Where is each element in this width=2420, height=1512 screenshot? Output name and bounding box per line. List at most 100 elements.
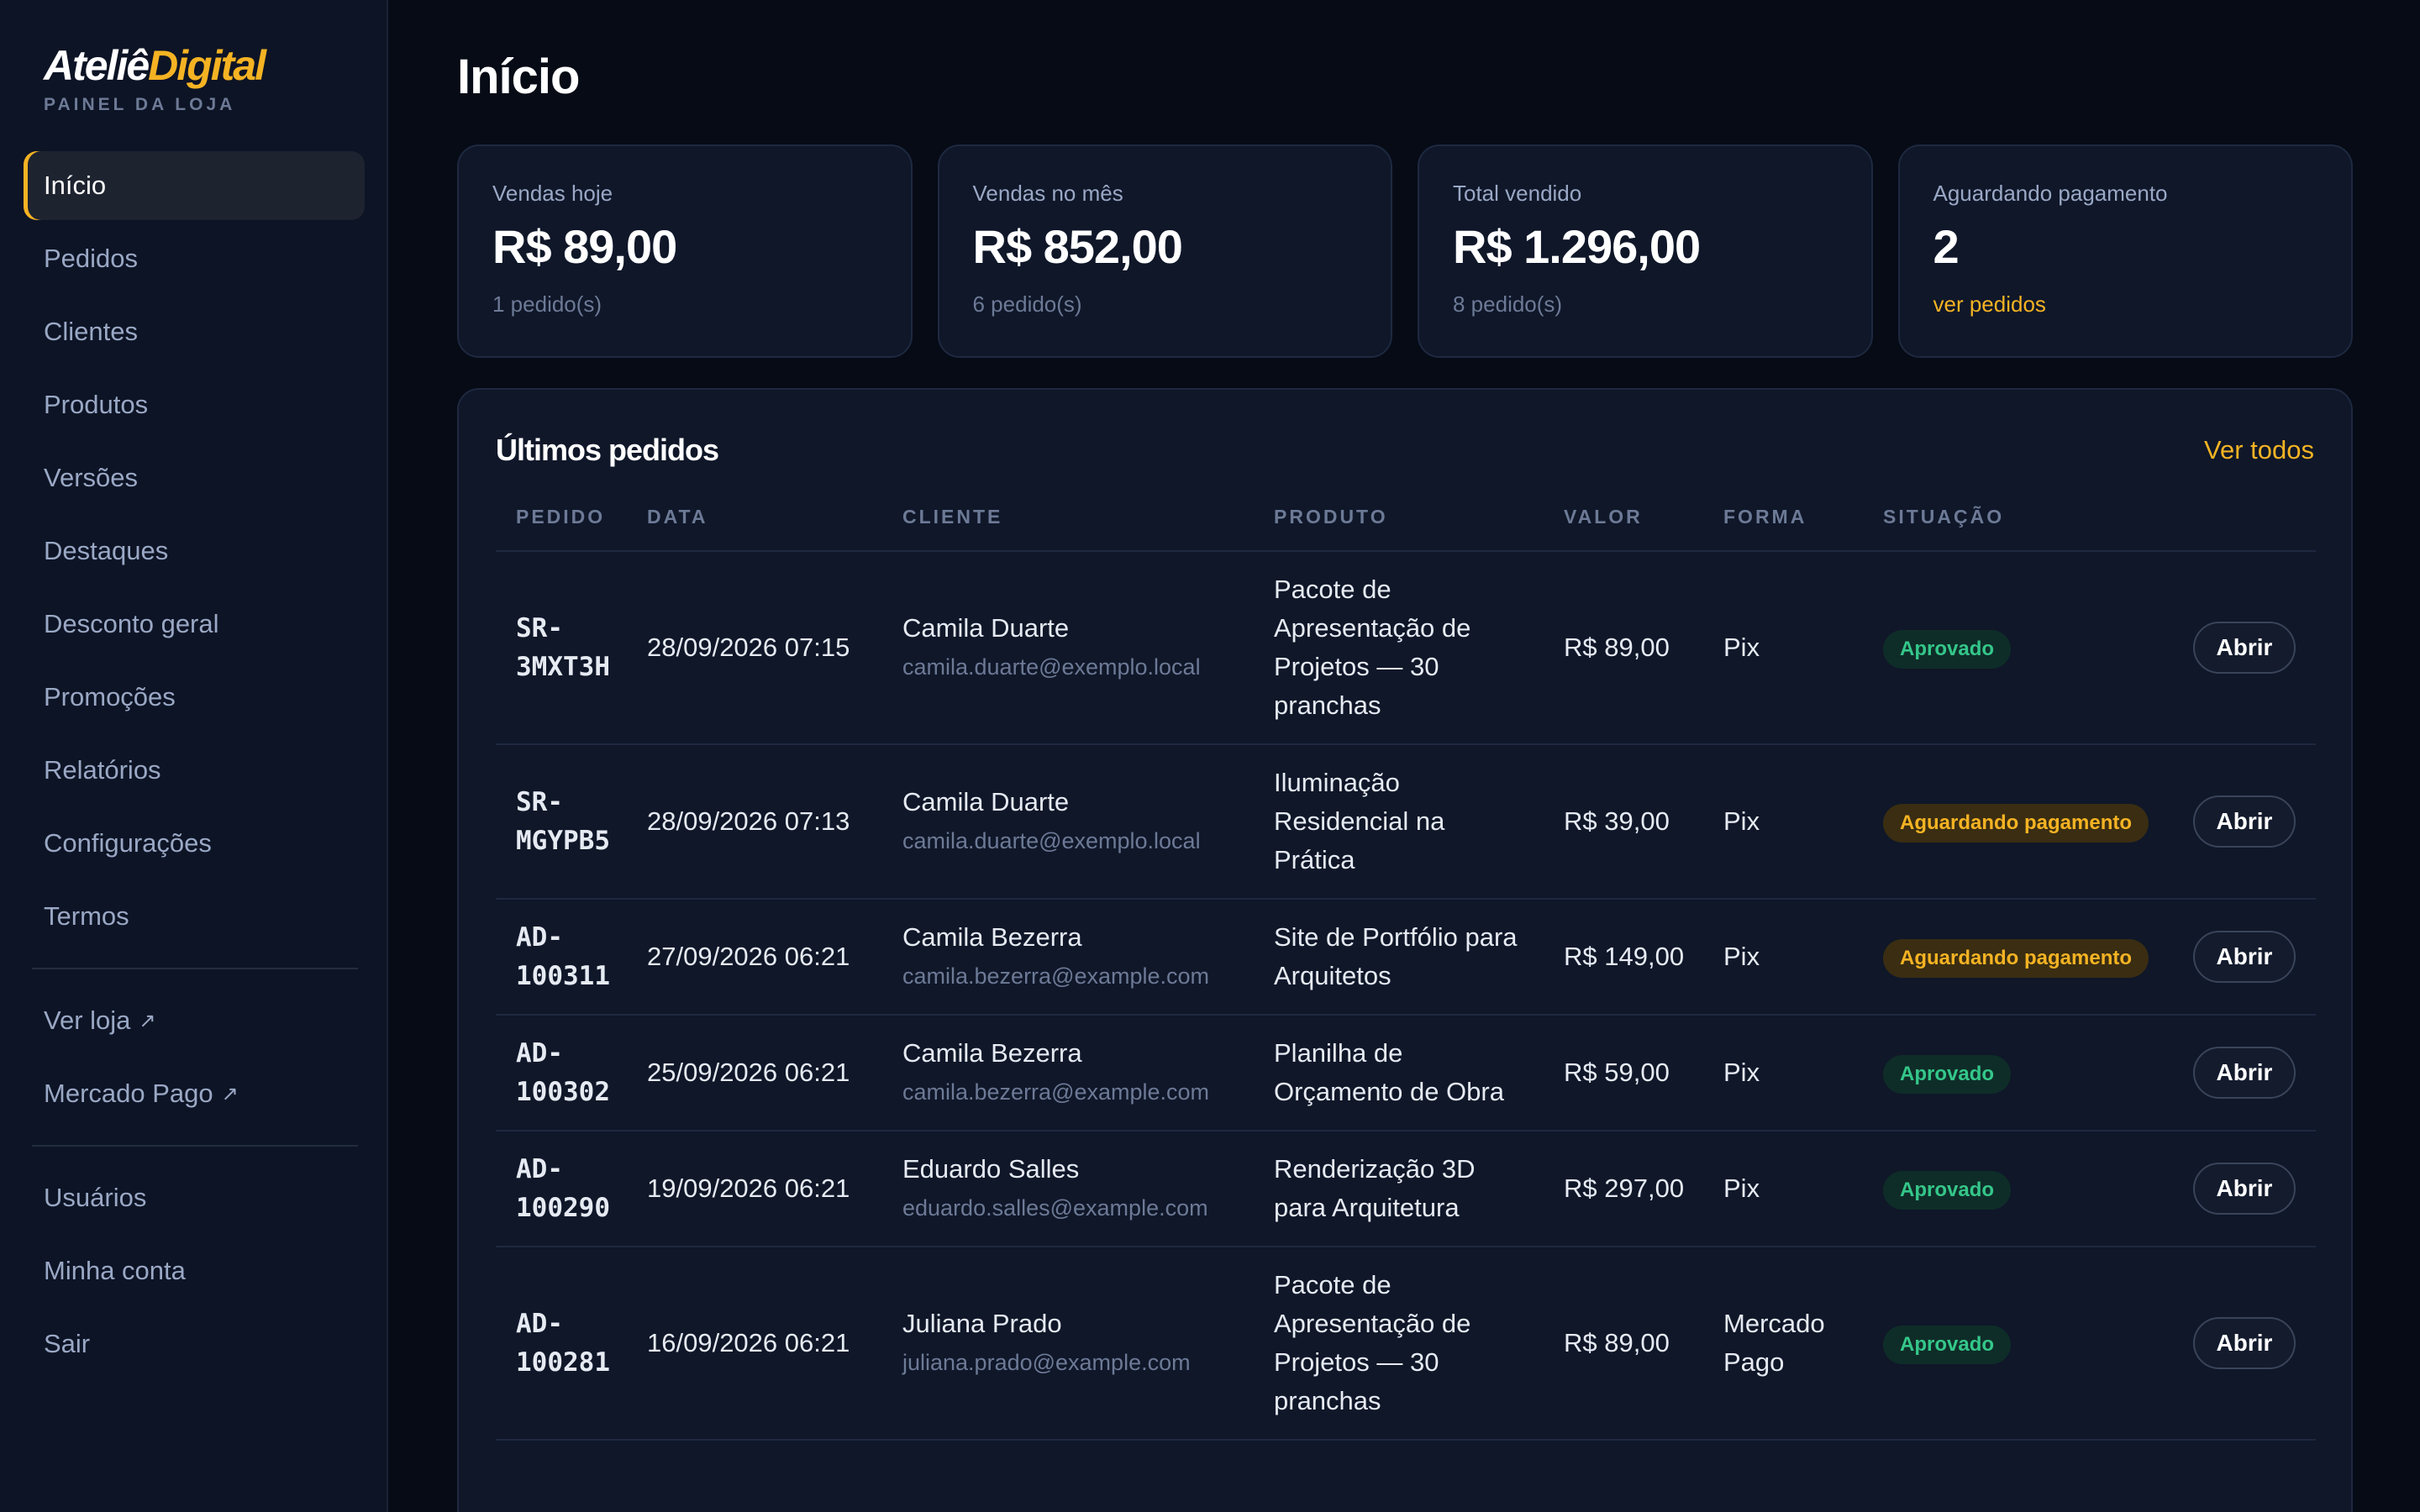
status-badge: Aprovado <box>1883 1170 2012 1210</box>
page-title: Início <box>457 50 580 104</box>
order-action: Abrir <box>2170 899 2316 1016</box>
orders-header: Últimos pedidos Ver todos <box>496 427 2314 474</box>
open-order-button[interactable]: Abrir <box>2193 622 2296 674</box>
sidebar-item-pedidos[interactable]: Pedidos <box>24 224 365 293</box>
stat-value: R$ 852,00 <box>972 220 1183 273</box>
sidebar-item-inicio[interactable]: Início <box>24 151 365 220</box>
sidebar-item-versoes[interactable]: Versões <box>24 444 365 512</box>
order-value: R$ 297,00 <box>1544 1131 1703 1247</box>
sidebar: AteliêDigital PAINEL DA LOJA Início Pedi… <box>0 0 388 1512</box>
open-order-button[interactable]: Abrir <box>2193 795 2296 848</box>
stat-value: 2 <box>1933 220 1960 273</box>
sidebar-link-mercado-pago[interactable]: Mercado Pago ↗ <box>24 1059 365 1128</box>
order-id: AD-100290 <box>496 1131 627 1247</box>
sidebar-item-destaques[interactable]: Destaques <box>24 517 365 585</box>
column-header-actions <box>2170 484 2316 552</box>
status-badge: Aprovado <box>1883 1054 2012 1094</box>
order-id: SR-3MXT3H <box>496 551 627 745</box>
table-row: AD-100281 16/09/2026 06:21 Juliana Prado… <box>496 1247 2316 1441</box>
stat-card-vendas-mes: Vendas no mês R$ 852,00 6 pedido(s) <box>937 144 1392 358</box>
customer-email: camila.duarte@exemplo.local <box>902 654 1201 680</box>
sidebar-item-clientes[interactable]: Clientes <box>24 297 365 366</box>
order-product: Iluminação Residencial na Prática <box>1254 744 1544 900</box>
stat-value: R$ 89,00 <box>492 220 677 273</box>
customer-name: Camila Bezerra <box>902 922 1082 952</box>
order-customer: Camila Bezerra camila.bezerra@example.co… <box>882 1015 1254 1131</box>
sidebar-item-minha-conta[interactable]: Minha conta <box>24 1236 365 1305</box>
sidebar-item-usuarios[interactable]: Usuários <box>24 1163 365 1232</box>
table-row: SR-3MXT3H 28/09/2026 07:15 Camila Duarte… <box>496 551 2316 745</box>
customer-email: camila.bezerra@example.com <box>902 963 1210 989</box>
customer-email: juliana.prado@example.com <box>902 1350 1191 1375</box>
app-root: AteliêDigital PAINEL DA LOJA Início Pedi… <box>0 0 2420 1512</box>
open-order-button[interactable]: Abrir <box>2193 1317 2296 1369</box>
order-method: Pix <box>1703 899 1863 1016</box>
column-header-situacao: SITUAÇÃO <box>1863 484 2170 552</box>
order-date: 28/09/2026 07:15 <box>627 551 882 745</box>
order-status: Aprovado <box>1863 1015 2170 1131</box>
open-order-button[interactable]: Abrir <box>2193 931 2296 983</box>
order-product: Planilha de Orçamento de Obra <box>1254 1015 1544 1131</box>
order-value: R$ 59,00 <box>1544 1015 1703 1131</box>
sidebar-item-desconto-geral[interactable]: Desconto geral <box>24 590 365 659</box>
stat-label: Vendas no mês <box>972 181 1123 206</box>
order-method: Pix <box>1703 551 1863 745</box>
sidebar-item-produtos[interactable]: Produtos <box>24 370 365 439</box>
stat-label: Total vendido <box>1453 181 1582 206</box>
status-badge: Aguardando pagamento <box>1883 803 2149 843</box>
brand-logo[interactable]: AteliêDigital PAINEL DA LOJA <box>44 39 266 118</box>
sidebar-item-relatorios[interactable]: Relatórios <box>24 736 365 805</box>
column-header-cliente: CLIENTE <box>882 484 1254 552</box>
column-header-pedido: PEDIDO <box>496 484 627 552</box>
ver-pedidos-link[interactable]: ver pedidos <box>1933 289 2318 319</box>
order-status: Aprovado <box>1863 1247 2170 1441</box>
sidebar-link-ver-loja[interactable]: Ver loja ↗ <box>24 986 365 1055</box>
column-header-produto: PRODUTO <box>1254 484 1544 552</box>
order-value: R$ 89,00 <box>1544 551 1703 745</box>
stat-label: Vendas hoje <box>492 181 613 206</box>
sidebar-link-label: Ver loja <box>44 1005 131 1035</box>
order-date: 19/09/2026 06:21 <box>627 1131 882 1247</box>
external-link-icon: ↗ <box>139 1009 156 1032</box>
order-action: Abrir <box>2170 744 2316 900</box>
table-row: AD-100311 27/09/2026 06:21 Camila Bezerr… <box>496 899 2316 1016</box>
sidebar-item-termos[interactable]: Termos <box>24 882 365 951</box>
table-header-row: PEDIDO DATA CLIENTE PRODUTO VALOR FORMA … <box>496 484 2316 552</box>
sidebar-nav: Início Pedidos Clientes Produtos Versões… <box>24 151 365 1383</box>
order-id: AD-100281 <box>496 1247 627 1441</box>
stat-label: Aguardando pagamento <box>1933 181 2168 206</box>
order-date: 28/09/2026 07:13 <box>627 744 882 900</box>
stats-row: Vendas hoje R$ 89,00 1 pedido(s) Vendas … <box>457 144 2353 358</box>
customer-name: Eduardo Salles <box>902 1154 1080 1184</box>
stat-value: R$ 1.296,00 <box>1453 220 1701 273</box>
column-header-valor: VALOR <box>1544 484 1703 552</box>
sidebar-divider <box>32 968 358 969</box>
customer-name: Camila Duarte <box>902 613 1070 643</box>
customer-email: eduardo.salles@example.com <box>902 1195 1208 1221</box>
sidebar-item-promocoes[interactable]: Promoções <box>24 663 365 732</box>
customer-name: Camila Bezerra <box>902 1038 1082 1068</box>
order-action: Abrir <box>2170 1015 2316 1131</box>
open-order-button[interactable]: Abrir <box>2193 1047 2296 1099</box>
open-order-button[interactable]: Abrir <box>2193 1163 2296 1215</box>
order-method: Pix <box>1703 744 1863 900</box>
order-action: Abrir <box>2170 551 2316 745</box>
order-customer: Eduardo Salles eduardo.salles@example.co… <box>882 1131 1254 1247</box>
order-customer: Juliana Prado juliana.prado@example.com <box>882 1247 1254 1441</box>
order-status: Aprovado <box>1863 551 2170 745</box>
view-all-link[interactable]: Ver todos <box>2204 435 2314 465</box>
order-product: Renderização 3D para Arquitetura <box>1254 1131 1544 1247</box>
order-status: Aguardando pagamento <box>1863 744 2170 900</box>
sidebar-item-sair[interactable]: Sair <box>24 1310 365 1378</box>
order-customer: Camila Duarte camila.duarte@exemplo.loca… <box>882 551 1254 745</box>
recent-orders-panel: Últimos pedidos Ver todos PEDIDO DATA CL… <box>457 388 2353 1512</box>
order-action: Abrir <box>2170 1247 2316 1441</box>
order-product: Site de Portfólio para Arquitetos <box>1254 899 1544 1016</box>
stat-card-aguardando-pagamento: Aguardando pagamento 2 ver pedidos <box>1897 144 2353 358</box>
sidebar-item-configuracoes[interactable]: Configurações <box>24 809 365 878</box>
order-customer: Camila Duarte camila.duarte@exemplo.loca… <box>882 744 1254 900</box>
brand-name-part2: Digital <box>148 42 266 89</box>
status-badge: Aguardando pagamento <box>1883 938 2149 978</box>
order-value: R$ 39,00 <box>1544 744 1703 900</box>
stat-sub: 6 pedido(s) <box>972 291 1082 317</box>
